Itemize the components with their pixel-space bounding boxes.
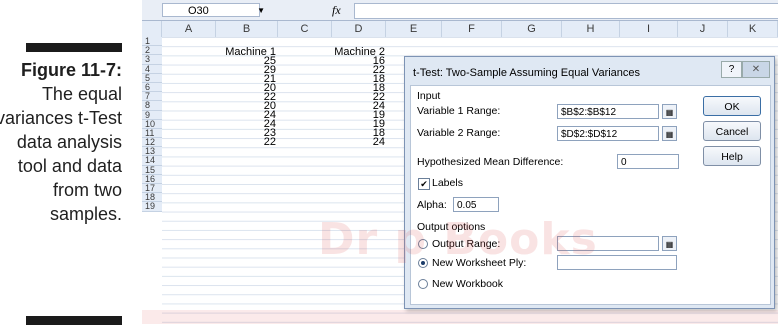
alpha-label: Alpha: bbox=[417, 199, 447, 211]
excel-window: O30 ▼ fx A B C D E F G H I J K 1 2 3 4 5… bbox=[142, 0, 778, 324]
var2-range-label: Variable 2 Range: bbox=[417, 127, 501, 139]
row-headers: 1 2 3 4 5 6 7 8 9 10 11 12 13 14 15 16 1… bbox=[142, 36, 162, 212]
column-header-d[interactable]: D bbox=[332, 21, 386, 37]
figure-label: Figure 11-7: bbox=[20, 60, 122, 80]
dialog-title: t-Test: Two-Sample Assuming Equal Varian… bbox=[413, 67, 641, 79]
chevron-down-icon[interactable]: ▼ bbox=[257, 4, 265, 18]
column-header-e[interactable]: E bbox=[386, 21, 442, 37]
formula-input[interactable] bbox=[354, 3, 778, 19]
labels-label: Labels bbox=[432, 177, 463, 189]
close-icon[interactable]: ✕ bbox=[742, 61, 770, 78]
figure-caption: Figure 11-7: The equal variances t-Test … bbox=[0, 0, 132, 325]
watermark: Dr p Books bbox=[318, 214, 598, 265]
caption-body: The equal variances t-Test data analysis… bbox=[0, 84, 122, 224]
fx-icon[interactable]: fx bbox=[332, 3, 341, 18]
dialog-body: Input Variable 1 Range: $B$2:$B$12 ▦ Var… bbox=[410, 85, 771, 305]
column-header-c[interactable]: C bbox=[278, 21, 332, 37]
ok-button[interactable]: OK bbox=[703, 96, 761, 116]
ttest-dialog: t-Test: Two-Sample Assuming Equal Varian… bbox=[404, 56, 775, 309]
name-box-value: O30 bbox=[188, 5, 209, 17]
range-select-icon[interactable]: ▦ bbox=[662, 236, 677, 251]
var2-range-input[interactable]: $D$2:$D$12 bbox=[557, 126, 659, 141]
var1-range-label: Variable 1 Range: bbox=[417, 105, 501, 117]
cell-machine2[interactable]: 24 bbox=[332, 137, 385, 148]
cell-machine1[interactable]: 22 bbox=[216, 137, 276, 148]
select-all-corner[interactable] bbox=[142, 21, 162, 37]
column-header-i[interactable]: I bbox=[620, 21, 678, 37]
column-header-h[interactable]: H bbox=[562, 21, 620, 37]
caption-text-block: Figure 11-7: The equal variances t-Test … bbox=[0, 58, 122, 226]
hyp-mean-label: Hypothesized Mean Difference: bbox=[417, 156, 564, 168]
column-header-f[interactable]: F bbox=[442, 21, 502, 37]
help-icon[interactable]: ? bbox=[721, 61, 742, 78]
alpha-input[interactable]: 0.05 bbox=[453, 197, 499, 212]
caption-top-rule bbox=[26, 43, 122, 52]
range-select-icon[interactable]: ▦ bbox=[662, 126, 677, 141]
column-header-k[interactable]: K bbox=[728, 21, 778, 37]
new-workbook-radio[interactable] bbox=[418, 279, 428, 289]
row-header[interactable]: 19 bbox=[142, 202, 162, 212]
cancel-button[interactable]: Cancel bbox=[703, 121, 761, 141]
column-header-a[interactable]: A bbox=[162, 21, 216, 37]
new-workbook-label: New Workbook bbox=[432, 278, 503, 290]
hyp-mean-input[interactable]: 0 bbox=[617, 154, 679, 169]
help-button[interactable]: Help bbox=[703, 146, 761, 166]
watermark-band bbox=[142, 310, 778, 324]
var1-range-input[interactable]: $B$2:$B$12 bbox=[557, 104, 659, 119]
range-select-icon[interactable]: ▦ bbox=[662, 104, 677, 119]
name-box[interactable]: O30 ▼ bbox=[162, 3, 265, 17]
column-header-b[interactable]: B bbox=[216, 21, 278, 37]
formula-bar: O30 ▼ fx bbox=[142, 0, 778, 21]
column-header-g[interactable]: G bbox=[502, 21, 562, 37]
input-section-label: Input bbox=[417, 90, 441, 102]
column-headers: A B C D E F G H I J K bbox=[142, 21, 778, 38]
labels-checkbox[interactable]: ✔ bbox=[418, 178, 430, 190]
column-header-j[interactable]: J bbox=[678, 21, 728, 37]
